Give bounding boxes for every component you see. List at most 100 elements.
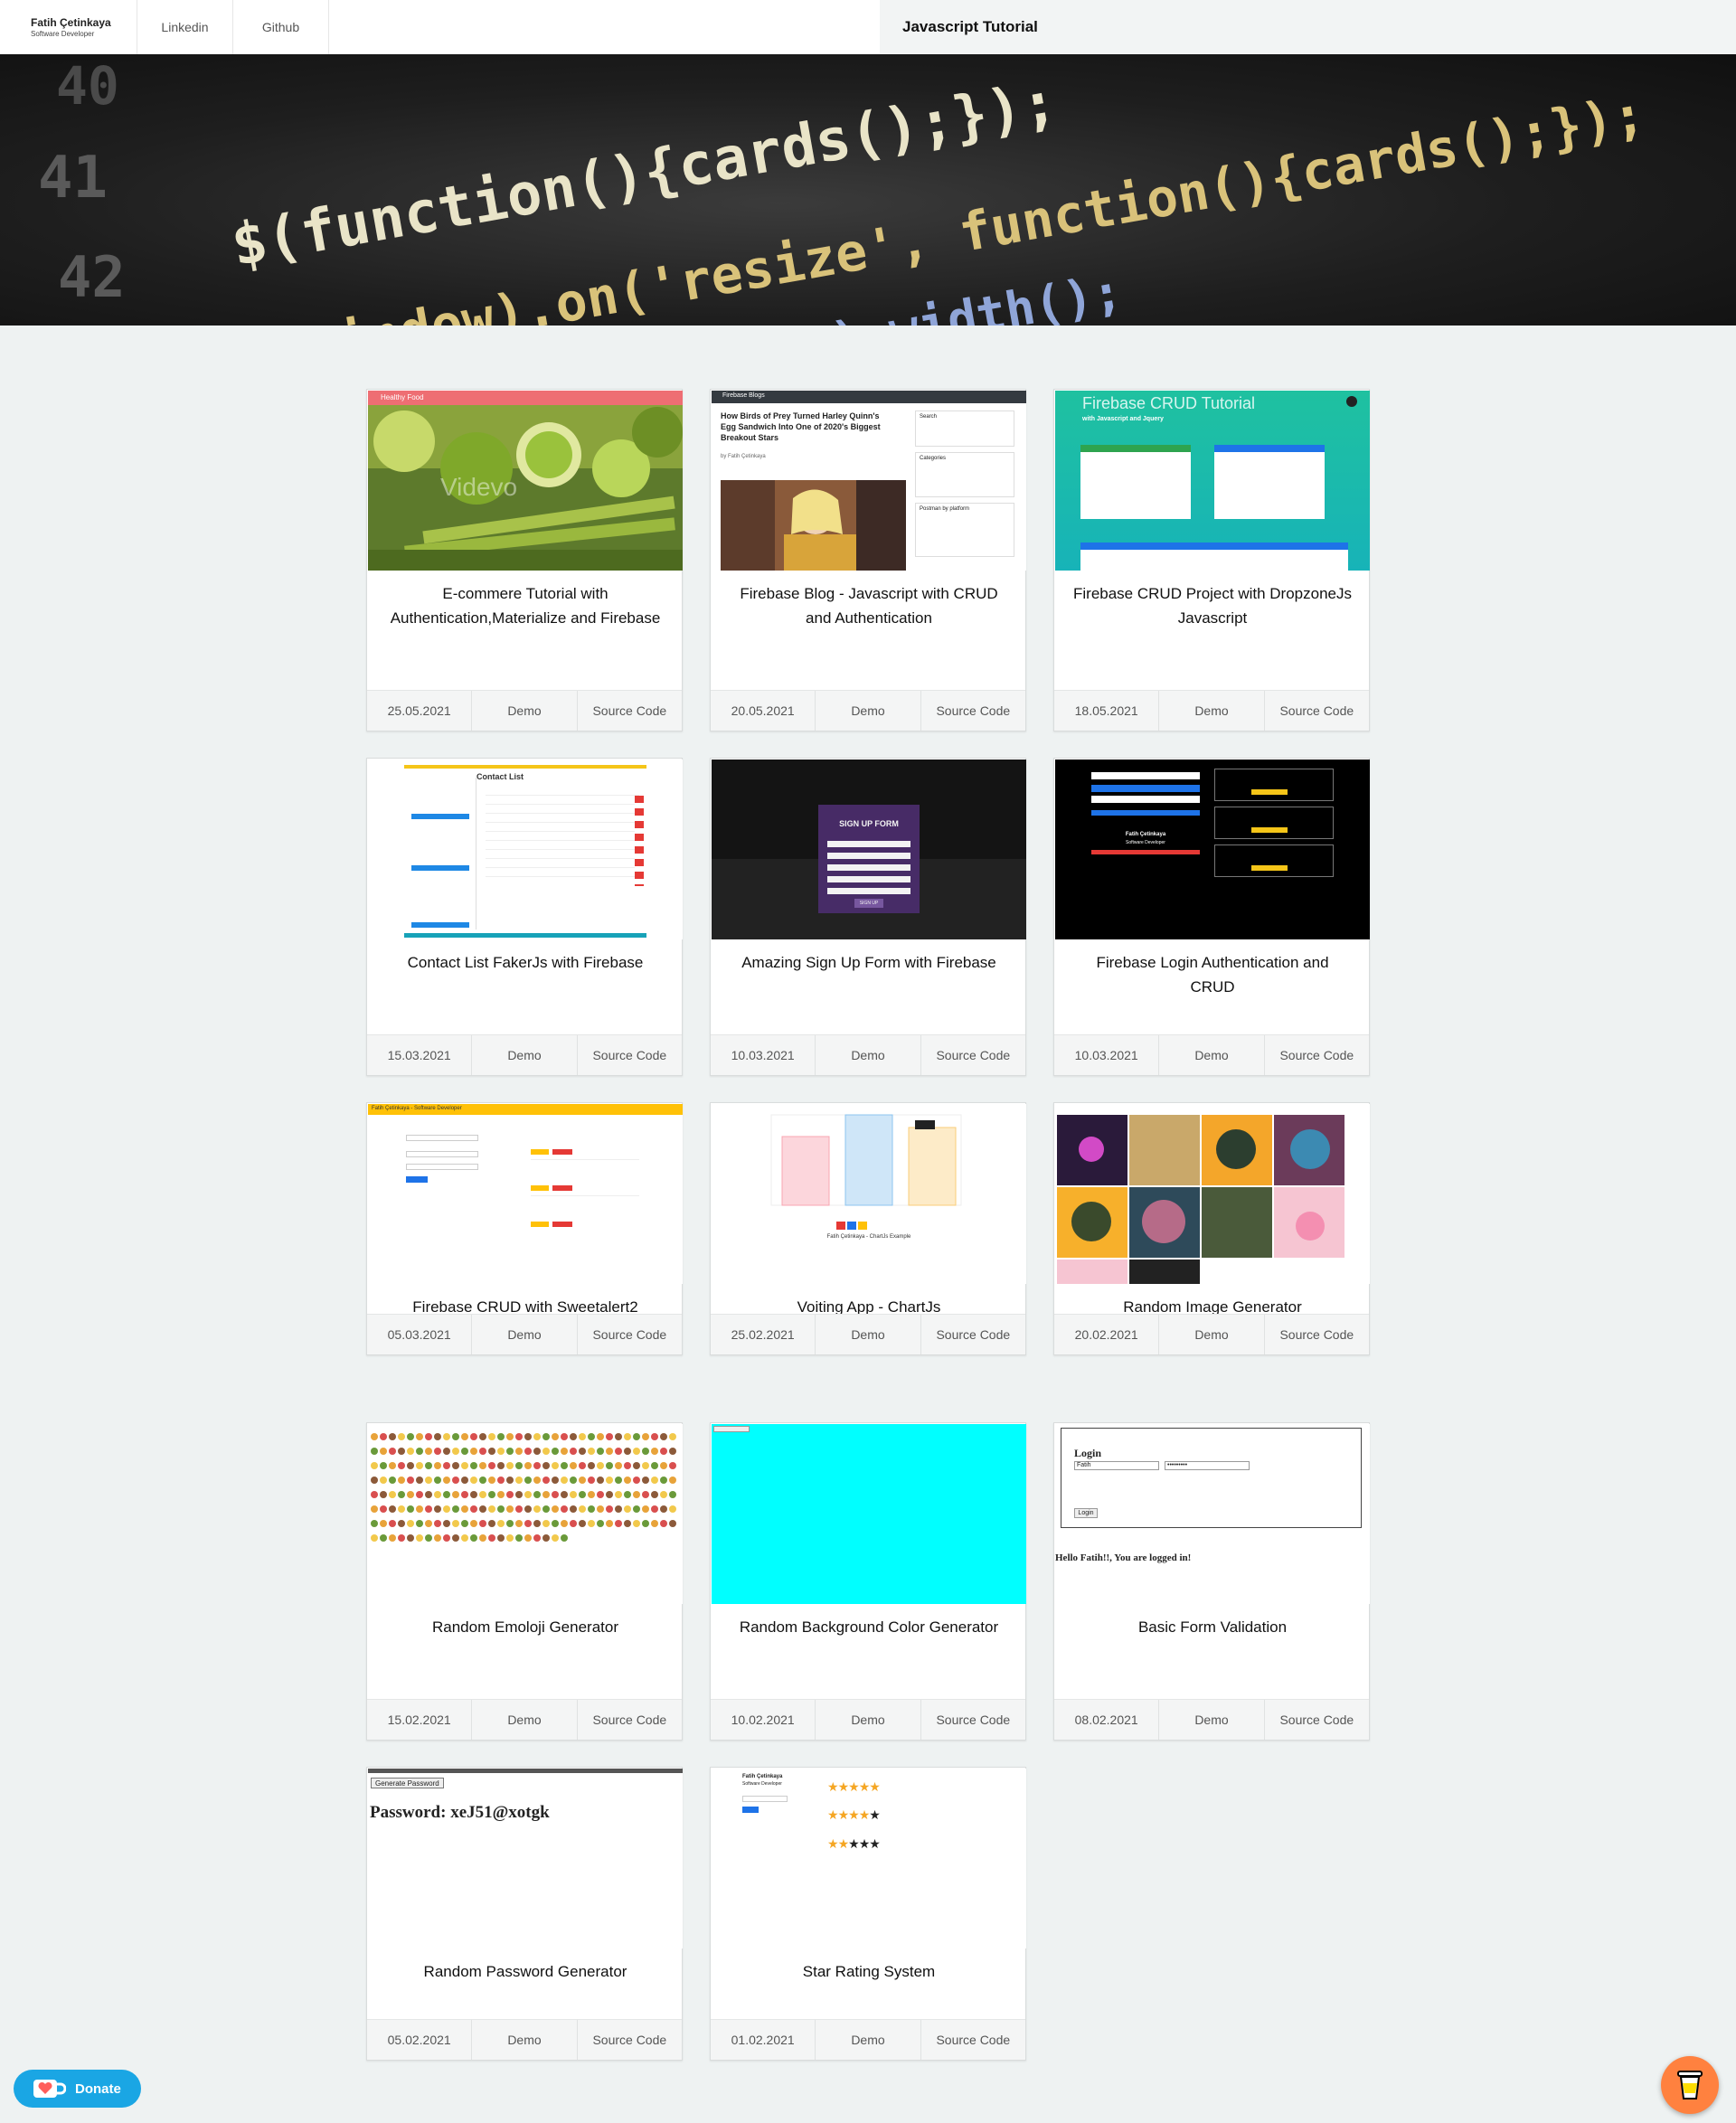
card-thumbnail: Fatih Çetinkaya Software Developer ★★★★★… (712, 1769, 1026, 1948)
page-title: Javascript Tutorial (880, 0, 1736, 54)
thumb-topbar (404, 765, 646, 769)
demo-link[interactable]: Demo (1159, 1315, 1265, 1354)
nav-link-github[interactable]: Github (233, 0, 329, 54)
thumb-name: Fatih Çetinkaya (1125, 832, 1166, 837)
thumb-input (406, 1151, 478, 1157)
tutorial-card[interactable]: Contact List Contact List FakerJs with F… (366, 758, 683, 1076)
nav-link-linkedin[interactable]: Linkedin (137, 0, 233, 54)
source-code-link[interactable]: Source Code (578, 1315, 682, 1354)
source-code-link[interactable]: Source Code (921, 1035, 1025, 1075)
card-date: 25.02.2021 (711, 1315, 816, 1354)
source-code-link[interactable]: Source Code (578, 691, 682, 731)
demo-link[interactable]: Demo (816, 1035, 921, 1075)
thumb-categories-box: Categories (915, 452, 1014, 497)
demo-link[interactable]: Demo (816, 691, 921, 731)
card-footer: 20.02.2021 Demo Source Code (1054, 1314, 1369, 1354)
tutorial-card[interactable]: Random Background Color Generator 10.02.… (710, 1422, 1026, 1741)
source-code-link[interactable]: Source Code (921, 2020, 1025, 2060)
vegetables-photo: Videvo (368, 405, 683, 571)
thumb-input (827, 888, 910, 894)
card-footer: 08.02.2021 Demo Source Code (1054, 1699, 1369, 1740)
source-code-link[interactable]: Source Code (921, 1315, 1025, 1354)
demo-link[interactable]: Demo (472, 1035, 578, 1075)
tutorial-card[interactable]: Random Emoloji Generator 15.02.2021 Demo… (366, 1422, 683, 1741)
star-rating-row: ★★★★★ (827, 1836, 881, 1851)
source-code-link[interactable]: Source Code (1265, 1315, 1369, 1354)
card-date: 20.02.2021 (1054, 1315, 1160, 1354)
thumb-button: SIGN UP (854, 899, 883, 908)
thumb-button (1091, 785, 1200, 792)
card-thumbnail: Firebase Blogs How Birds of Prey Turned … (712, 391, 1026, 571)
card-date: 08.02.2021 (1054, 1700, 1160, 1740)
source-code-link[interactable]: Source Code (578, 2020, 682, 2060)
heart-cup-icon (33, 2080, 66, 2098)
thumb-task-card (1214, 844, 1334, 877)
tutorial-card[interactable]: Fatih Çetinkaya Software Developer Fireb… (1053, 758, 1370, 1076)
source-code-link[interactable]: Source Code (1265, 1035, 1369, 1075)
tutorial-card[interactable]: Firebase CRUD Tutorial with Javascript a… (1053, 389, 1370, 731)
tutorial-card[interactable]: Login Fatih ••••••••• Login Hello Fatih!… (1053, 1422, 1370, 1741)
card-footer: 10.03.2021 Demo Source Code (1054, 1034, 1369, 1075)
source-code-link[interactable]: Source Code (1265, 1700, 1369, 1740)
thumb-search-box: Search (915, 410, 1014, 447)
source-code-link[interactable]: Source Code (578, 1035, 682, 1075)
card-thumbnail (1055, 1104, 1370, 1284)
tutorial-card[interactable]: Healthy Food Videvo E-commere Tutorial w… (366, 389, 683, 731)
thumb-button (406, 1176, 428, 1183)
card-title: Firebase CRUD Project with DropzoneJs Ja… (1073, 585, 1352, 627)
thumb-heading: Firebase CRUD Tutorial (1082, 394, 1256, 412)
brand-subtitle: Software Developer (31, 30, 95, 38)
demo-link[interactable]: Demo (1159, 691, 1265, 731)
thumb-task (531, 1164, 639, 1196)
card-thumbnail: SIGN UP FORM SIGN UP (712, 760, 1026, 939)
card-title: Contact List FakerJs with Firebase (407, 954, 644, 971)
thumb-input (742, 1796, 788, 1802)
source-code-link[interactable]: Source Code (921, 1700, 1025, 1740)
brand-logo[interactable]: Fatih Çetinkaya Software Developer (0, 0, 137, 54)
thumb-button (1091, 810, 1200, 816)
demo-link[interactable]: Demo (472, 691, 578, 731)
demo-link[interactable]: Demo (472, 1315, 578, 1354)
thumb-side-label: Postman by platform (920, 506, 970, 512)
source-code-link[interactable]: Source Code (921, 691, 1025, 731)
demo-link[interactable]: Demo (816, 2020, 921, 2060)
demo-link[interactable]: Demo (1159, 1700, 1265, 1740)
source-code-link[interactable]: Source Code (578, 1700, 682, 1740)
card-date: 25.05.2021 (367, 691, 473, 731)
source-code-link[interactable]: Source Code (1265, 691, 1369, 731)
thumb-side-label: Categories (920, 456, 947, 461)
card-footer: 20.05.2021 Demo Source Code (711, 690, 1025, 731)
tutorial-card[interactable]: Fatih Çetinkaya - ChartJs Example Voitin… (710, 1102, 1026, 1355)
tutorial-card[interactable]: SIGN UP FORM SIGN UP Amazing Sign Up For… (710, 758, 1026, 1076)
thumb-button (1091, 850, 1200, 854)
tutorial-card[interactable]: Fatih Çetinkaya - Software Developer Fir… (366, 1102, 683, 1355)
demo-link[interactable]: Demo (816, 1315, 921, 1354)
thumb-headline: How Birds of Prey Turned Harley Quinn's … (721, 411, 881, 442)
thumb-upload-box (1080, 543, 1348, 571)
thumb-widget-box: Postman by platform (915, 503, 1014, 557)
thumb-heading: Contact List (476, 772, 524, 781)
thumb-task-card (1214, 769, 1334, 801)
tutorial-card[interactable]: Generate Password Password: xeJ51@xotgk … (366, 1767, 683, 2061)
thumb-task (531, 1128, 639, 1160)
tutorial-card[interactable]: Firebase Blogs How Birds of Prey Turned … (710, 389, 1026, 731)
card-date: 20.05.2021 (711, 691, 816, 731)
donate-button[interactable]: Donate (14, 2070, 141, 2108)
card-thumbnail: Fatih Çetinkaya Software Developer (1055, 760, 1370, 939)
buy-me-a-coffee-button[interactable] (1661, 2056, 1719, 2114)
thumb-input (827, 853, 910, 859)
card-date: 18.05.2021 (1054, 691, 1160, 731)
star-rating-row: ★★★★★ (827, 1807, 881, 1822)
demo-link[interactable]: Demo (472, 1700, 578, 1740)
card-date: 10.02.2021 (711, 1700, 816, 1740)
image-grid-preview (1057, 1115, 1344, 1284)
demo-link[interactable]: Demo (1159, 1035, 1265, 1075)
thumb-table (486, 787, 639, 877)
thumb-heading: SIGN UP FORM (839, 819, 899, 828)
card-date: 10.03.2021 (711, 1035, 816, 1075)
demo-link[interactable]: Demo (472, 2020, 578, 2060)
demo-link[interactable]: Demo (816, 1700, 921, 1740)
star-rating-row: ★★★★★ (827, 1779, 881, 1794)
tutorial-card[interactable]: Random Image Generator 20.02.2021 Demo S… (1053, 1102, 1370, 1355)
tutorial-card[interactable]: Fatih Çetinkaya Software Developer ★★★★★… (710, 1767, 1026, 2061)
